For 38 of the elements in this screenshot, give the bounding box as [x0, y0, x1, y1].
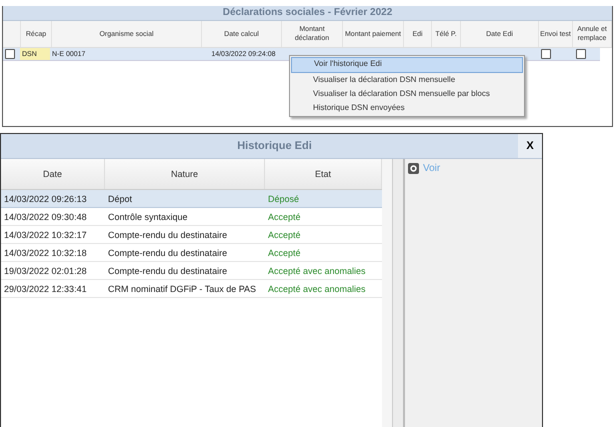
column-header: Date: [1, 159, 105, 189]
row-checkbox[interactable]: [5, 49, 15, 59]
status-cell-text: Accepté: [267, 212, 302, 222]
status-cell-text: Accepté: [267, 230, 302, 240]
eye-icon: [408, 163, 419, 174]
date-cell-text: 14/03/2022 10:32:17: [3, 230, 88, 240]
date-cell-text: 14/03/2022 10:32:18: [3, 248, 88, 258]
splitter-handle[interactable]: [392, 159, 405, 427]
status-cell-text: Accepté avec anomalies: [267, 266, 367, 276]
menu-item[interactable]: Visualiser la déclaration DSN mensuelle: [291, 73, 523, 87]
menu-item[interactable]: Visualiser la déclaration DSN mensuelle par blocs: [291, 87, 523, 101]
history-row[interactable]: 14/03/2022 09:26:13 Dépot Déposé: [1, 190, 382, 208]
checkbox[interactable]: [540, 49, 551, 59]
nature-cell-text: Compte-rendu du destinataire: [107, 248, 228, 258]
panel-title: Déclarations sociales - Février 2022: [3, 6, 612, 21]
history-row[interactable]: 14/03/2022 10:32:17 Compte-rendu du destinataire Accepté: [1, 226, 382, 244]
date-cell-text: 14/03/2022 09:30:48: [3, 212, 88, 222]
column-header: Nature: [105, 159, 265, 189]
nature-cell-text: Contrôle syntaxique: [107, 212, 189, 222]
date-cell-text: 29/03/2022 12:33:41: [3, 284, 88, 294]
menu-item[interactable]: Historique DSN envoyées: [291, 101, 523, 115]
status-cell-text: Accepté: [267, 248, 302, 258]
status-cell-text: Accepté avec anomalies: [267, 284, 367, 294]
close-button[interactable]: X: [518, 134, 542, 158]
nature-cell-text: Compte-rendu du destinataire: [107, 266, 228, 276]
history-row[interactable]: 14/03/2022 09:30:48 Contrôle syntaxique Accepté: [1, 208, 382, 226]
date-cell-text: 14/03/2022 09:26:13: [3, 194, 88, 204]
date-cell-text: 19/03/2022 02:01:28: [3, 266, 88, 276]
window-title: Historique Edi: [236, 139, 313, 154]
checkbox[interactable]: [576, 49, 586, 59]
nature-cell-text: Dépot: [107, 194, 134, 204]
menu-item[interactable]: Voir l'historique Edi: [291, 57, 523, 73]
nature-cell-text: Compte-rendu du destinataire: [107, 230, 228, 240]
status-cell-text: Déposé: [267, 194, 300, 204]
history-row[interactable]: 29/03/2022 12:33:41 CRM nominatif DGFiP - Taux de PAS Accepté avec anomalies: [1, 280, 382, 298]
history-row[interactable]: 19/03/2022 02:01:28 Compte-rendu du destinataire Accepté avec anomalies: [1, 262, 382, 280]
nature-cell-text: CRM nominatif DGFiP - Taux de PAS: [107, 284, 258, 294]
history-row[interactable]: 14/03/2022 10:32:18 Compte-rendu du destinataire Accepté: [1, 244, 382, 262]
